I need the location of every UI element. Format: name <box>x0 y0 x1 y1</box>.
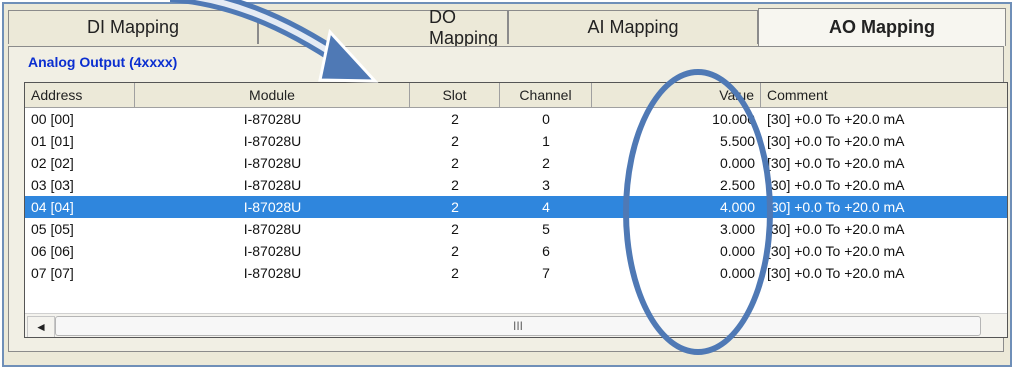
cell-value: 10.000 <box>712 111 755 127</box>
cell-channel: 5 <box>542 221 550 237</box>
horizontal-scrollbar[interactable]: ◄ III <box>25 313 1007 337</box>
analog-output-list[interactable]: Address Module Slot Channel Value Commen… <box>24 82 1008 338</box>
table-row[interactable]: 02 [02] I-87028U 2 2 0.000 [30] +0.0 To … <box>25 152 1007 174</box>
cell-comment: [30] +0.0 To +20.0 mA <box>767 155 905 171</box>
cell-module: I-87028U <box>243 265 302 281</box>
cell-value: 0.000 <box>719 243 755 259</box>
cell-comment: [30] +0.0 To +20.0 mA <box>767 133 905 149</box>
cell-value: 4.000 <box>719 199 755 215</box>
cell-slot: 2 <box>451 265 459 281</box>
cell-slot: 2 <box>451 243 459 259</box>
annotation-arrow-head <box>318 28 379 83</box>
cell-comment: [30] +0.0 To +20.0 mA <box>767 199 905 215</box>
cell-module: I-87028U <box>243 243 302 259</box>
column-header-channel[interactable]: Channel <box>500 83 592 107</box>
column-header-comment[interactable]: Comment <box>761 83 1007 107</box>
cell-value: 3.000 <box>719 221 755 237</box>
scrollbar-thumb[interactable]: III <box>55 316 981 336</box>
cell-address: 00 [00] <box>31 111 74 127</box>
column-header-value[interactable]: Value <box>592 83 761 107</box>
cell-channel: 0 <box>542 111 550 127</box>
cell-channel: 3 <box>542 177 550 193</box>
cell-comment: [30] +0.0 To +20.0 mA <box>767 111 905 127</box>
table-row[interactable]: 01 [01] I-87028U 2 1 5.500 [30] +0.0 To … <box>25 130 1007 152</box>
cell-address: 07 [07] <box>31 265 74 281</box>
cell-comment: [30] +0.0 To +20.0 mA <box>767 221 905 237</box>
cell-address: 03 [03] <box>31 177 74 193</box>
cell-channel: 7 <box>542 265 550 281</box>
cell-value: 0.000 <box>719 265 755 281</box>
cell-module: I-87028U <box>243 133 302 149</box>
grip-icon: III <box>512 319 523 333</box>
table-row[interactable]: 05 [05] I-87028U 2 5 3.000 [30] +0.0 To … <box>25 218 1007 240</box>
table-row-selected[interactable]: 04 [04] I-87028U 2 4 4.000 [30] +0.0 To … <box>25 196 1007 218</box>
section-title: Analog Output (4xxxx) <box>28 54 178 70</box>
cell-slot: 2 <box>451 221 459 237</box>
cell-channel: 4 <box>542 199 550 215</box>
cell-module: I-87028U <box>243 221 302 237</box>
cell-channel: 1 <box>542 133 550 149</box>
rows-container: 00 [00] I-87028U 2 0 10.000 [30] +0.0 To… <box>25 108 1007 284</box>
table-row[interactable]: 07 [07] I-87028U 2 7 0.000 [30] +0.0 To … <box>25 262 1007 284</box>
cell-comment: [30] +0.0 To +20.0 mA <box>767 177 905 193</box>
cell-address: 06 [06] <box>31 243 74 259</box>
scroll-left-button[interactable]: ◄ <box>27 316 55 337</box>
tab-ao-mapping[interactable]: AO Mapping <box>758 8 1006 46</box>
arrow-left-icon: ◄ <box>35 320 47 334</box>
annotation-arrow <box>170 0 379 83</box>
cell-module: I-87028U <box>243 177 302 193</box>
cell-slot: 2 <box>451 111 459 127</box>
table-row[interactable]: 00 [00] I-87028U 2 0 10.000 [30] +0.0 To… <box>25 108 1007 130</box>
cell-comment: [30] +0.0 To +20.0 mA <box>767 265 905 281</box>
cell-value: 0.000 <box>719 155 755 171</box>
cell-slot: 2 <box>451 133 459 149</box>
annotation-arrow-shaft <box>170 0 353 70</box>
cell-module: I-87028U <box>243 199 302 215</box>
cell-address: 02 [02] <box>31 155 74 171</box>
cell-address: 05 [05] <box>31 221 74 237</box>
cell-module: I-87028U <box>243 111 302 127</box>
cell-value: 5.500 <box>719 133 755 149</box>
tab-bar: DI Mapping DO Mapping AI Mapping AO Mapp… <box>8 7 1006 48</box>
table-row[interactable]: 06 [06] I-87028U 2 6 0.000 [30] +0.0 To … <box>25 240 1007 262</box>
cell-value: 2.500 <box>719 177 755 193</box>
cell-channel: 2 <box>542 155 550 171</box>
cell-slot: 2 <box>451 177 459 193</box>
tab-ai-mapping[interactable]: AI Mapping <box>508 10 758 44</box>
cell-address: 04 [04] <box>31 199 74 215</box>
column-header-address[interactable]: Address <box>25 83 135 107</box>
cell-module: I-87028U <box>243 155 302 171</box>
cell-channel: 6 <box>542 243 550 259</box>
cell-comment: [30] +0.0 To +20.0 mA <box>767 243 905 259</box>
cell-slot: 2 <box>451 199 459 215</box>
cell-slot: 2 <box>451 155 459 171</box>
table-row[interactable]: 03 [03] I-87028U 2 3 2.500 [30] +0.0 To … <box>25 174 1007 196</box>
cell-address: 01 [01] <box>31 133 74 149</box>
